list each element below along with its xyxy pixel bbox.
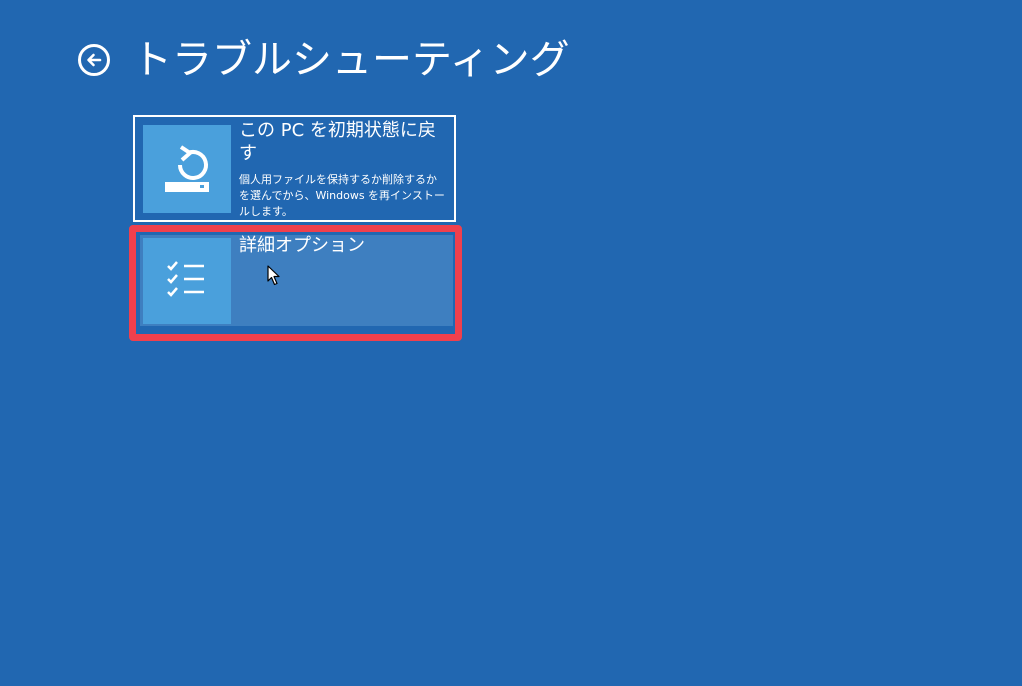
reset-pc-icon (165, 145, 209, 192)
advanced-options-title: 詳細オプション (239, 235, 365, 256)
checklist-icon (167, 261, 204, 297)
advanced-options-tile[interactable]: 詳細オプション (140, 235, 453, 326)
header: トラブルシューティング (78, 30, 570, 90)
reset-pc-icon-box (143, 125, 231, 213)
advanced-options-text: 詳細オプション (239, 234, 445, 257)
back-button[interactable] (78, 44, 110, 76)
arrow-left-icon (87, 53, 102, 67)
reset-pc-tile[interactable]: この PC を初期状態に戻す 個人用ファイルを保持するか削除するかを選んでから、… (133, 115, 456, 222)
reset-pc-title: この PC を初期状態に戻す (239, 120, 436, 164)
reset-pc-description: 個人用ファイルを保持するか削除するかを選んでから、Windows を再インストー… (239, 173, 445, 218)
page-title: トラブルシューティング (132, 37, 570, 83)
advanced-options-icon-box (143, 238, 231, 324)
reset-pc-text: この PC を初期状態に戻す 個人用ファイルを保持するか削除するかを選んでから、… (239, 119, 446, 220)
